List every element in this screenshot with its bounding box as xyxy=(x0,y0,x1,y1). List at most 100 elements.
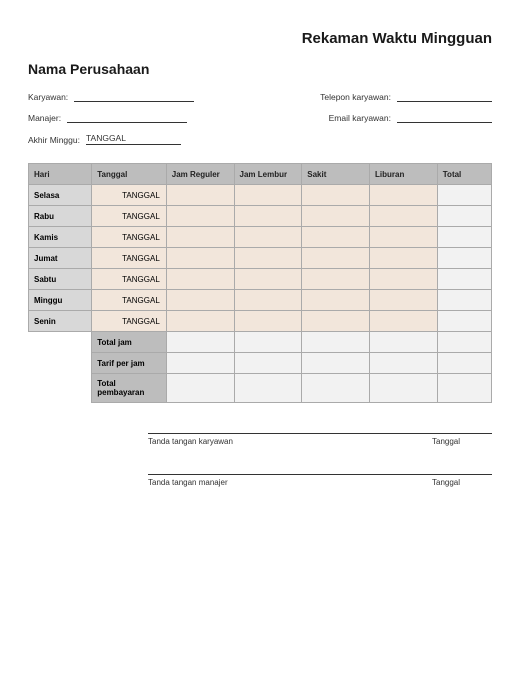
total-hours-regular[interactable] xyxy=(166,332,234,353)
summary-row-total-pay: Total pembayaran xyxy=(29,374,492,403)
header-total: Total xyxy=(437,164,491,185)
regular-cell[interactable] xyxy=(166,206,234,227)
day-cell: Jumat xyxy=(29,248,92,269)
regular-cell[interactable] xyxy=(166,227,234,248)
manager-signature-label: Tanda tangan manajer xyxy=(148,478,432,487)
blank-cell xyxy=(29,374,92,403)
regular-cell[interactable] xyxy=(166,185,234,206)
row-total-cell xyxy=(437,185,491,206)
total-hours-overtime[interactable] xyxy=(234,332,302,353)
total-hours-sick[interactable] xyxy=(302,332,370,353)
overtime-cell[interactable] xyxy=(234,248,302,269)
sick-cell[interactable] xyxy=(302,311,370,332)
employee-signature-label: Tanda tangan karyawan xyxy=(148,437,432,446)
header-day: Hari xyxy=(29,164,92,185)
total-pay-regular xyxy=(166,374,234,403)
email-field: Email karyawan: xyxy=(329,112,492,123)
row-total-cell xyxy=(437,290,491,311)
manager-signature-date-label: Tanggal xyxy=(432,478,492,487)
day-cell: Minggu xyxy=(29,290,92,311)
rate-regular[interactable] xyxy=(166,353,234,374)
manager-signature-row: Tanda tangan manajer Tanggal xyxy=(148,474,492,487)
manager-input-line[interactable] xyxy=(67,112,187,123)
date-cell[interactable]: TANGGAL xyxy=(92,248,167,269)
regular-cell[interactable] xyxy=(166,290,234,311)
holiday-cell[interactable] xyxy=(370,206,438,227)
regular-cell[interactable] xyxy=(166,311,234,332)
rate-overtime[interactable] xyxy=(234,353,302,374)
overtime-cell[interactable] xyxy=(234,227,302,248)
table-row: KamisTANGGAL xyxy=(29,227,492,248)
total-hours-holiday[interactable] xyxy=(370,332,438,353)
summary-row-total-hours: Total jam xyxy=(29,332,492,353)
overtime-cell[interactable] xyxy=(234,290,302,311)
phone-input-line[interactable] xyxy=(397,91,492,102)
week-end-field: Akhir Minggu: TANGGAL xyxy=(28,133,492,145)
blank-cell xyxy=(29,332,92,353)
overtime-cell[interactable] xyxy=(234,269,302,290)
header-overtime: Jam Lembur xyxy=(234,164,302,185)
company-name: Nama Perusahaan xyxy=(28,61,492,77)
date-cell[interactable]: TANGGAL xyxy=(92,206,167,227)
total-pay-holiday xyxy=(370,374,438,403)
rate-sick[interactable] xyxy=(302,353,370,374)
holiday-cell[interactable] xyxy=(370,227,438,248)
total-pay-sick xyxy=(302,374,370,403)
email-input-line[interactable] xyxy=(397,112,492,123)
sick-cell[interactable] xyxy=(302,269,370,290)
week-end-value[interactable]: TANGGAL xyxy=(86,133,181,145)
overtime-cell[interactable] xyxy=(234,311,302,332)
day-cell: Kamis xyxy=(29,227,92,248)
holiday-cell[interactable] xyxy=(370,311,438,332)
row-total-cell xyxy=(437,248,491,269)
table-row: SabtuTANGGAL xyxy=(29,269,492,290)
summary-row-rate: Tarif per jam xyxy=(29,353,492,374)
holiday-cell[interactable] xyxy=(370,269,438,290)
table-row: SelasaTANGGAL xyxy=(29,185,492,206)
header-sick: Sakit xyxy=(302,164,370,185)
date-cell[interactable]: TANGGAL xyxy=(92,311,167,332)
overtime-cell[interactable] xyxy=(234,185,302,206)
row-total-cell xyxy=(437,227,491,248)
row-total-cell xyxy=(437,206,491,227)
date-cell[interactable]: TANGGAL xyxy=(92,227,167,248)
row-total-cell xyxy=(437,311,491,332)
rate-total xyxy=(437,353,491,374)
overtime-cell[interactable] xyxy=(234,206,302,227)
table-row: MingguTANGGAL xyxy=(29,290,492,311)
holiday-cell[interactable] xyxy=(370,248,438,269)
total-pay-overtime xyxy=(234,374,302,403)
regular-cell[interactable] xyxy=(166,269,234,290)
table-row: JumatTANGGAL xyxy=(29,248,492,269)
employee-signature-date-label: Tanggal xyxy=(432,437,492,446)
header-regular: Jam Reguler xyxy=(166,164,234,185)
timesheet-page: Rekaman Waktu Mingguan Nama Perusahaan K… xyxy=(0,0,520,535)
date-cell[interactable]: TANGGAL xyxy=(92,269,167,290)
day-cell: Senin xyxy=(29,311,92,332)
sick-cell[interactable] xyxy=(302,206,370,227)
employee-input-line[interactable] xyxy=(74,91,194,102)
sick-cell[interactable] xyxy=(302,227,370,248)
sick-cell[interactable] xyxy=(302,290,370,311)
rate-label: Tarif per jam xyxy=(92,353,167,374)
employee-signature-row: Tanda tangan karyawan Tanggal xyxy=(148,433,492,446)
date-cell[interactable]: TANGGAL xyxy=(92,290,167,311)
manager-field: Manajer: xyxy=(28,112,187,123)
table-header-row: Hari Tanggal Jam Reguler Jam Lembur Saki… xyxy=(29,164,492,185)
regular-cell[interactable] xyxy=(166,248,234,269)
date-cell[interactable]: TANGGAL xyxy=(92,185,167,206)
employee-label: Karyawan: xyxy=(28,92,68,102)
phone-field: Telepon karyawan: xyxy=(320,91,492,102)
total-pay-label: Total pembayaran xyxy=(92,374,167,403)
rate-holiday[interactable] xyxy=(370,353,438,374)
page-title: Rekaman Waktu Mingguan xyxy=(28,30,492,47)
header-date: Tanggal xyxy=(92,164,167,185)
row-total-cell xyxy=(437,269,491,290)
total-pay-total xyxy=(437,374,491,403)
info-row-2: Manajer: Email karyawan: xyxy=(28,112,492,123)
holiday-cell[interactable] xyxy=(370,290,438,311)
sick-cell[interactable] xyxy=(302,185,370,206)
blank-cell xyxy=(29,353,92,374)
holiday-cell[interactable] xyxy=(370,185,438,206)
sick-cell[interactable] xyxy=(302,248,370,269)
